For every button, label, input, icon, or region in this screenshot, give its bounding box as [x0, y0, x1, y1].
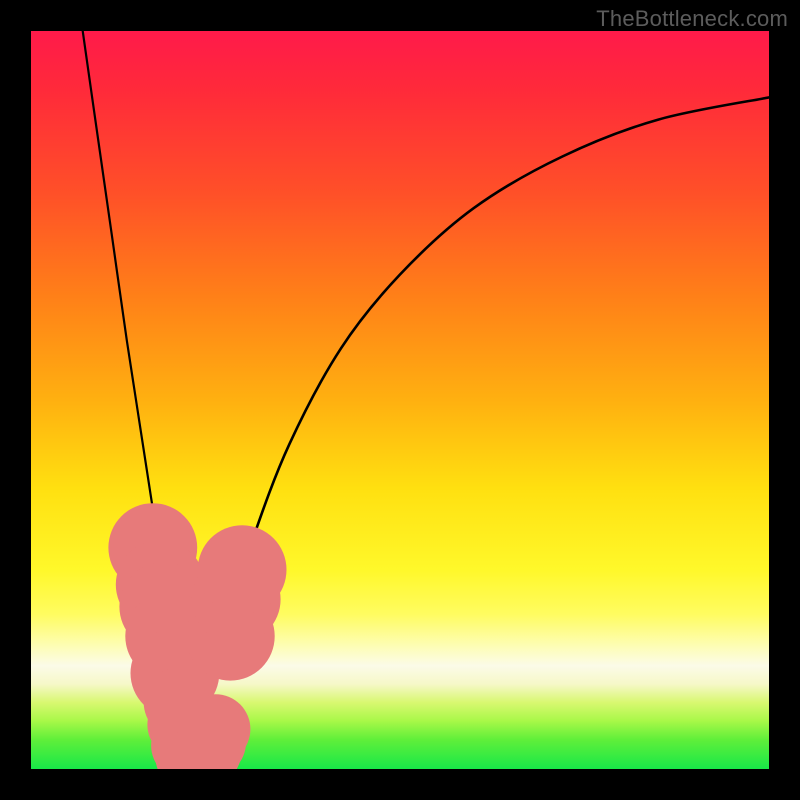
- plot-area: [31, 31, 769, 769]
- watermark-text: TheBottleneck.com: [596, 6, 788, 32]
- data-marker: [198, 525, 287, 614]
- outer-frame: TheBottleneck.com: [0, 0, 800, 800]
- data-marker: [181, 694, 251, 764]
- curve-layer: [31, 31, 769, 769]
- marker-group: [108, 503, 286, 769]
- curve-right-branch: [193, 97, 769, 769]
